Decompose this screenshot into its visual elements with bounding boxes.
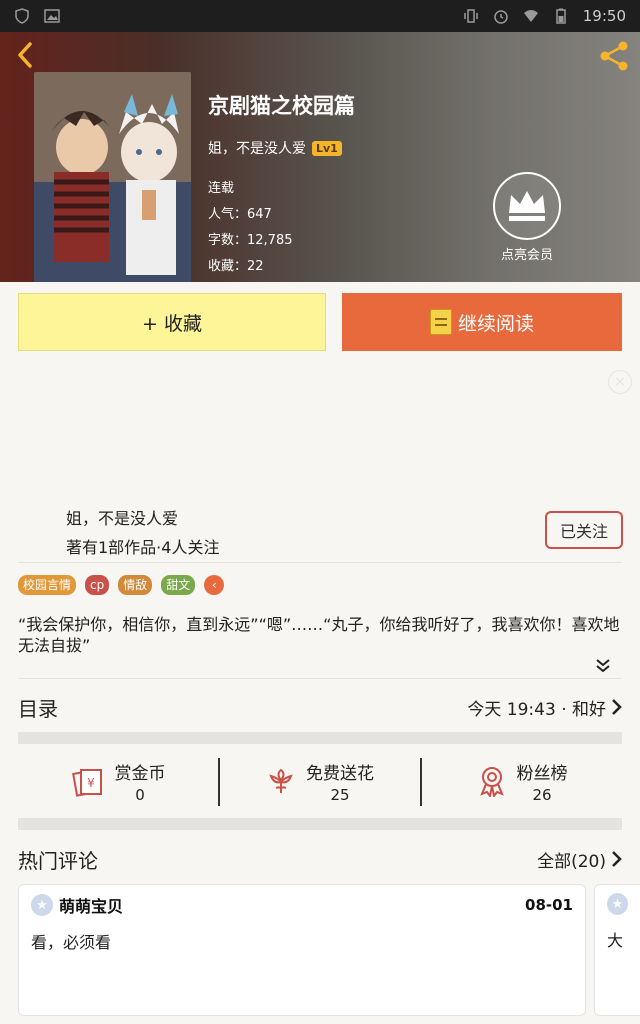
toc-row[interactable]: 目录 今天 19:43 · 和好 xyxy=(18,690,622,724)
close-icon[interactable]: × xyxy=(608,370,632,394)
flower-icon xyxy=(269,768,293,793)
shield-icon xyxy=(15,8,29,24)
comment-user[interactable]: 萌萌宝贝 xyxy=(59,893,123,917)
stat-value: 0 xyxy=(135,785,145,804)
comment-card[interactable]: ★ 萌萌宝贝 08-01 看，必须看 xyxy=(18,884,586,1016)
author-name[interactable]: 姐，不是没人爱 xyxy=(208,138,306,158)
vip-button[interactable]: 点亮会员 xyxy=(492,172,562,263)
divider xyxy=(18,678,622,679)
alarm-icon xyxy=(494,10,508,24)
popularity: 人气：647 xyxy=(208,207,272,222)
latest-chapter: 今天 19:43 · 和好 xyxy=(467,699,606,720)
book-title: 京剧猫之校园篇 xyxy=(208,94,355,118)
svg-text:¥: ¥ xyxy=(87,776,95,790)
hot-comments-title: 热门评论 xyxy=(18,848,98,873)
reward-coins-button[interactable]: ¥ 赏金币 0 xyxy=(18,754,218,808)
crown-icon xyxy=(493,172,561,240)
author-block-stats: 著有1部作品·4人关注 xyxy=(66,538,220,557)
medal-icon xyxy=(479,767,504,797)
section-divider xyxy=(18,818,622,830)
continue-reading-label: 继续阅读 xyxy=(457,312,534,335)
section-divider xyxy=(18,732,622,744)
chevron-right-icon xyxy=(612,851,622,867)
send-flower-button[interactable]: 免费送花 25 xyxy=(220,754,420,808)
more-tags-icon[interactable]: ‹ xyxy=(204,575,225,595)
comment-text: 看，必须看 xyxy=(31,933,112,952)
hot-comments-header: 热门评论 全部(20) xyxy=(18,842,622,876)
author-line[interactable]: 姐，不是没人爱 Lv1 xyxy=(208,138,355,158)
book-icon xyxy=(429,309,452,335)
author-block-name: 姐，不是没人爱 xyxy=(66,509,179,528)
collect-button[interactable]: + 收藏 xyxy=(18,293,326,351)
book-info: 京剧猫之校园篇 姐，不是没人爱 Lv1 连载 人气：647 字数：12,785 … xyxy=(208,90,355,280)
author-block[interactable]: 姐，不是没人爱 著有1部作品·4人关注 xyxy=(66,504,219,562)
serial-status: 连载 xyxy=(208,181,235,196)
comment-card[interactable]: ★ 大 xyxy=(594,884,640,1016)
tag[interactable]: 情敌 xyxy=(118,575,153,595)
word-count: 字数：12,785 xyxy=(208,233,293,248)
stat-label: 赏金币 xyxy=(114,763,166,784)
comment-text: 大 xyxy=(607,931,624,950)
book-description: “我会保护你，相信你，直到永远”“嗯”……“丸子，你给我听好了，我喜欢你！喜欢地… xyxy=(18,615,620,655)
divider xyxy=(18,562,622,563)
vip-label: 点亮会员 xyxy=(500,248,553,263)
all-comments-link[interactable]: 全部(20) xyxy=(537,847,622,872)
stat-value: 26 xyxy=(532,785,552,804)
all-comments-label: 全部(20) xyxy=(537,851,606,872)
comment-date: 08-01 xyxy=(525,896,573,914)
follow-button[interactable]: 已关注 xyxy=(545,511,623,549)
level-badge: Lv1 xyxy=(312,140,342,156)
tag-list: 校园言情 cp 情敌 甜文 ‹ xyxy=(18,575,225,595)
chevron-right-icon xyxy=(612,699,622,715)
toc-title: 目录 xyxy=(18,696,58,721)
expand-chevron-icon[interactable] xyxy=(594,656,612,674)
status-bar: 19:50 xyxy=(0,0,640,32)
continue-reading-button[interactable]: 继续阅读 xyxy=(342,293,622,351)
stat-label: 免费送花 xyxy=(306,763,374,784)
tag[interactable]: cp xyxy=(85,575,110,595)
book-cover[interactable] xyxy=(34,72,191,282)
image-icon xyxy=(44,9,60,23)
share-icon[interactable] xyxy=(596,38,632,74)
favorites-count: 收藏：22 xyxy=(208,259,264,274)
stat-value: 25 xyxy=(330,785,350,804)
tag[interactable]: 甜文 xyxy=(161,575,196,595)
status-time: 19:50 xyxy=(582,7,626,25)
coin-envelope-icon: ¥ xyxy=(71,769,102,797)
cover-illustration xyxy=(34,72,191,282)
book-header: 京剧猫之校园篇 姐，不是没人爱 Lv1 连载 人气：647 字数：12,785 … xyxy=(0,32,640,282)
tag[interactable]: 校园言情 xyxy=(18,575,77,595)
battery-icon xyxy=(556,8,566,24)
back-arrow-icon[interactable] xyxy=(10,38,44,72)
avatar[interactable]: ★ xyxy=(31,894,53,916)
wifi-icon xyxy=(523,10,538,22)
avatar[interactable]: ★ xyxy=(607,893,628,915)
vibrate-icon xyxy=(464,9,478,23)
fans-ranking-button[interactable]: 粉丝榜 26 xyxy=(422,754,622,808)
stat-label: 粉丝榜 xyxy=(516,763,568,784)
stats-row: ¥ 赏金币 0 免费送花 25 粉丝榜 26 xyxy=(18,754,622,808)
